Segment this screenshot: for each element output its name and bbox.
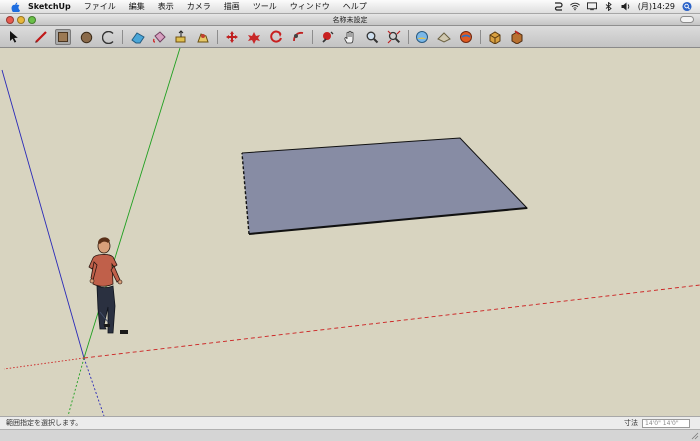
spotlight-icon[interactable] [682,1,692,12]
follow-me-tool-icon[interactable] [195,29,211,45]
measurements-label: 寸法 [624,419,638,427]
menu-edit[interactable]: 編集 [129,1,145,12]
menu-camera[interactable]: カメラ [187,1,211,12]
window-title: 名称未設定 [332,15,368,24]
status-bar: 範囲指定を選択します。 寸法 14'0" 14'0" [0,416,700,429]
wifi-icon[interactable] [569,2,580,11]
blue-axis-negative [83,357,105,416]
menu-help[interactable]: ヘルプ [343,1,367,12]
menu-file[interactable]: ファイル [84,1,116,12]
scripts-icon[interactable] [553,2,563,11]
rotate-tool-icon[interactable] [246,29,262,45]
toolbar-separator [312,30,313,44]
green-axis-negative [67,357,85,416]
measurements-input[interactable]: 14'0" 14'0" [642,418,690,428]
main-toolbar [0,26,700,48]
pan-tool-icon[interactable] [320,29,336,45]
resize-grip-icon[interactable] [690,431,699,440]
circle-tool-icon[interactable] [78,29,94,45]
window-title-bar[interactable]: 名称未設定 [0,14,700,26]
paint-bucket-tool-icon[interactable] [151,29,167,45]
rectangle-tool-icon[interactable] [55,29,71,45]
red-axis-line [83,284,700,359]
measurements-box: 寸法 14'0" 14'0" [624,418,690,428]
menu-window[interactable]: ウィンドウ [290,1,330,12]
get-models-icon[interactable] [458,29,474,45]
sketchup-window: SketchUp ファイル 編集 表示 カメラ 描画 ツール ウィンドウ ヘルプ… [0,0,700,441]
modeling-viewport[interactable] [0,48,700,416]
menu-view[interactable]: 表示 [158,1,174,12]
menu-app-name[interactable]: SketchUp [28,2,71,11]
red-axis-negative [3,357,85,370]
zoom-extents-tool-icon[interactable] [386,29,402,45]
clock-text[interactable]: (月)14:29 [638,1,675,12]
toolbar-separator [408,30,409,44]
toolbar-separator [480,30,481,44]
components-icon[interactable] [487,29,503,45]
toolbar-separator [217,30,218,44]
window-bottom-edge [0,429,700,441]
zoom-tool-icon[interactable] [364,29,380,45]
sandbox-tool-icon[interactable] [436,29,452,45]
line-tool-icon[interactable] [33,29,49,45]
move-tool-icon[interactable] [224,29,240,45]
styles-icon[interactable] [509,29,525,45]
status-message: 範囲指定を選択します。 [6,419,83,427]
display-icon[interactable] [586,2,597,11]
orbit-tool-icon[interactable] [290,29,306,45]
bluetooth-icon[interactable] [604,2,614,11]
scene-canvas[interactable] [0,48,700,416]
eraser-tool-icon[interactable] [130,29,146,45]
push-pull-tool-icon[interactable] [173,29,189,45]
rectangle-face[interactable] [242,138,527,234]
arc-tool-icon[interactable] [100,29,116,45]
previous-view-icon[interactable] [414,29,430,45]
toolbar-toggle-button[interactable] [680,16,694,23]
menu-draw[interactable]: 描画 [224,1,240,12]
select-tool-icon[interactable] [6,29,22,45]
apple-icon[interactable] [10,2,20,12]
scale-figure-person[interactable] [88,237,128,334]
menu-tools[interactable]: ツール [253,1,277,12]
volume-icon[interactable] [621,2,631,11]
mac-menu-bar: SketchUp ファイル 編集 表示 カメラ 描画 ツール ウィンドウ ヘルプ… [0,0,700,14]
offset-tool-icon[interactable] [268,29,284,45]
toolbar-separator [122,30,123,44]
blue-axis-line [1,69,85,359]
hand-tool-icon[interactable] [342,29,358,45]
